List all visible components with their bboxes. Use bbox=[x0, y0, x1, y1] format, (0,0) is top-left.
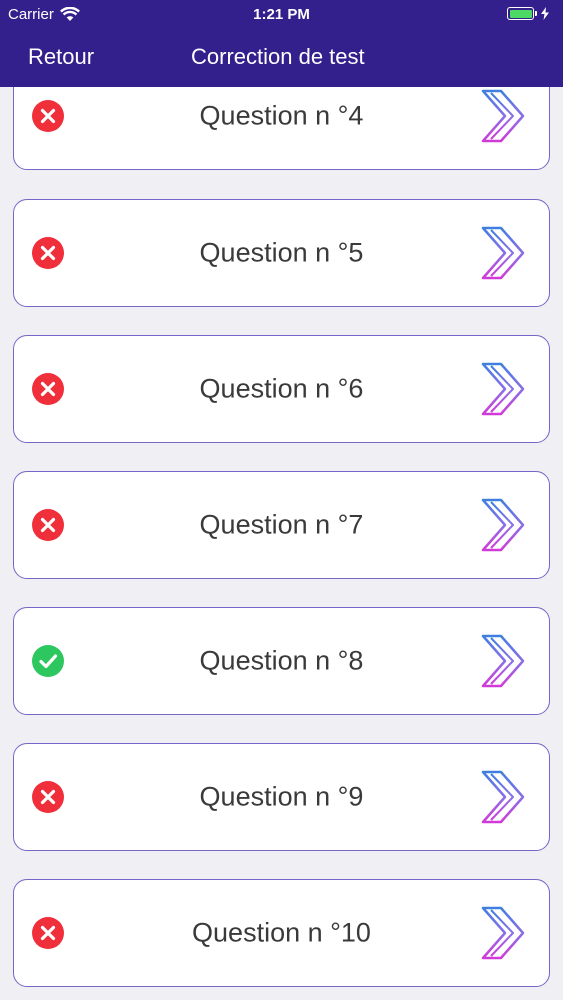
page-title: Correction de test bbox=[191, 44, 365, 69]
question-card-8[interactable]: Question n °8 bbox=[13, 607, 550, 715]
question-label: Question n °7 bbox=[199, 509, 364, 540]
battery-icon bbox=[507, 7, 534, 20]
question-card-9[interactable]: Question n °9 bbox=[13, 743, 550, 851]
chevron-right-icon[interactable] bbox=[479, 360, 527, 418]
chevron-right-icon[interactable] bbox=[479, 87, 527, 145]
question-label: Question n °6 bbox=[199, 373, 364, 404]
charging-bolt-icon bbox=[541, 7, 549, 20]
chevron-right-icon[interactable] bbox=[479, 768, 527, 826]
question-label: Question n °8 bbox=[199, 645, 364, 676]
chevron-right-icon[interactable] bbox=[479, 496, 527, 554]
battery-indicator bbox=[507, 7, 549, 20]
question-list[interactable]: Question n °4 Question n °5 Question n °… bbox=[0, 87, 563, 1000]
question-label: Question n °10 bbox=[192, 917, 371, 948]
chevron-right-icon[interactable] bbox=[479, 904, 527, 962]
chevron-right-icon[interactable] bbox=[479, 224, 527, 282]
navigation-bar: Retour Correction de test bbox=[0, 30, 563, 87]
status-bar: Carrier 1:21 PM bbox=[0, 0, 563, 30]
question-label: Question n °5 bbox=[199, 237, 364, 268]
question-card-6[interactable]: Question n °6 bbox=[13, 335, 550, 443]
header-bar: Carrier 1:21 PM Retour Correction de tes… bbox=[0, 0, 563, 87]
chevron-right-icon[interactable] bbox=[479, 632, 527, 690]
question-label: Question n °4 bbox=[199, 100, 364, 131]
question-card-7[interactable]: Question n °7 bbox=[13, 471, 550, 579]
question-card-4[interactable]: Question n °4 bbox=[13, 87, 550, 170]
question-label: Question n °9 bbox=[199, 781, 364, 812]
question-card-10[interactable]: Question n °10 bbox=[13, 879, 550, 987]
back-button[interactable]: Retour bbox=[28, 44, 94, 70]
question-card-5[interactable]: Question n °5 bbox=[13, 199, 550, 307]
clock: 1:21 PM bbox=[253, 6, 310, 23]
